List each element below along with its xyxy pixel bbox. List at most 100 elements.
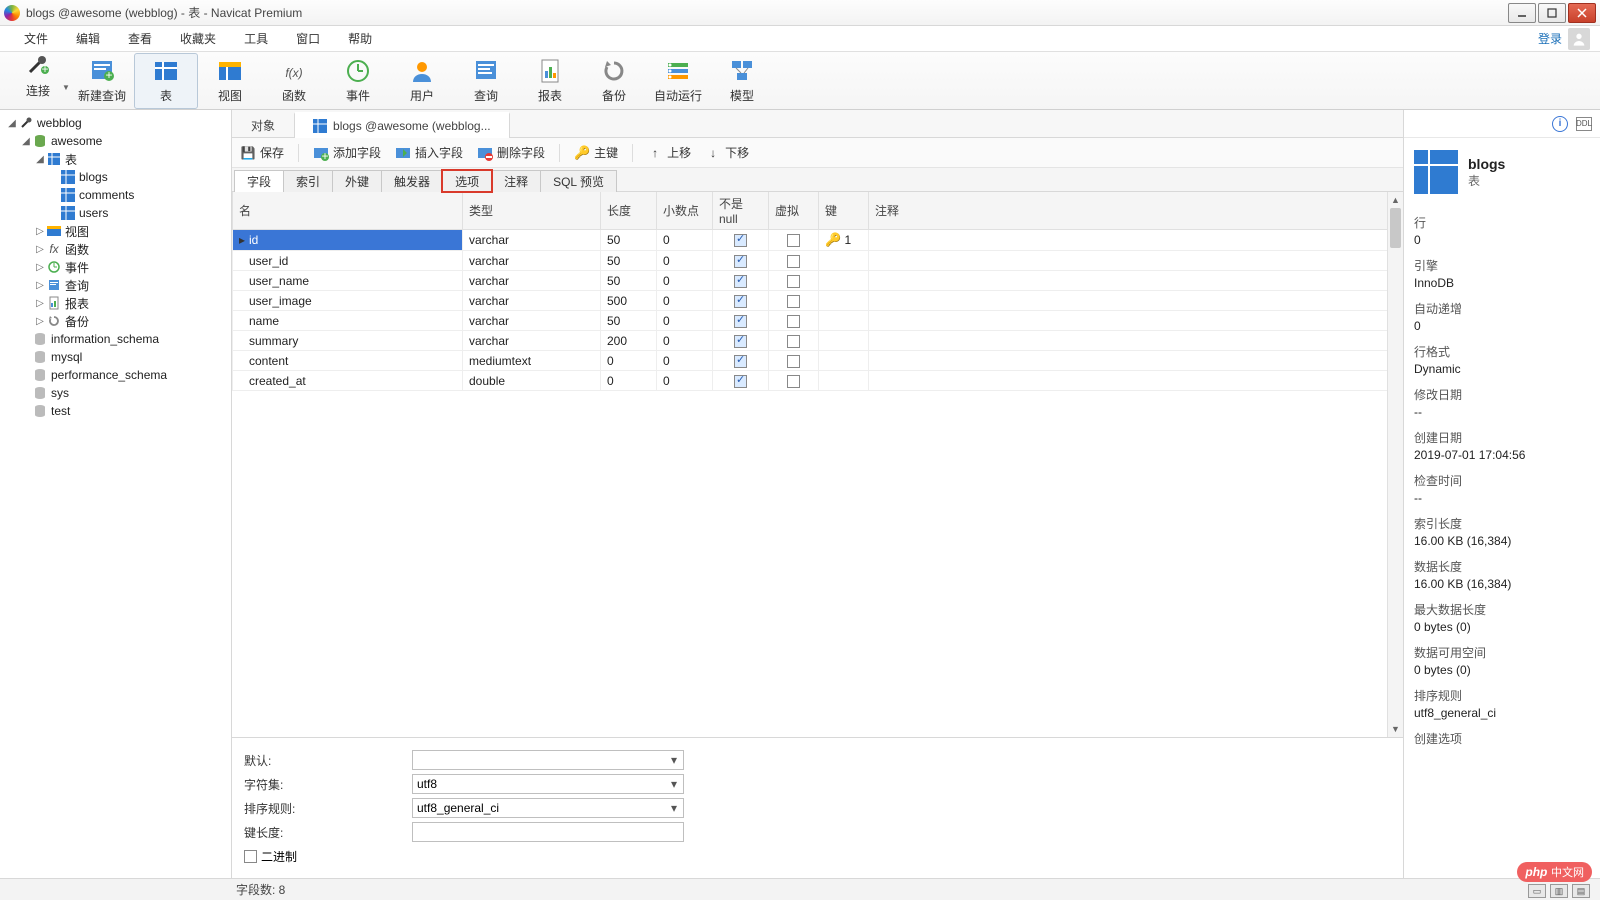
expand-icon[interactable]: ◢ xyxy=(20,136,32,147)
scroll-up-icon[interactable]: ▲ xyxy=(1388,192,1403,208)
checkbox-icon[interactable] xyxy=(734,255,747,268)
expand-icon[interactable]: ◢ xyxy=(6,118,18,129)
checkbox-icon[interactable] xyxy=(787,355,800,368)
expand-icon[interactable]: ▷ xyxy=(34,244,46,255)
tree-table-comments[interactable]: comments xyxy=(0,186,231,204)
ribbon-table[interactable]: 表 xyxy=(134,53,198,109)
delete-field-button[interactable]: 删除字段 xyxy=(477,144,545,161)
field-row[interactable]: contentmediumtext00 xyxy=(233,351,1403,371)
maximize-button[interactable] xyxy=(1538,3,1566,23)
ribbon-backup[interactable]: 备份 xyxy=(582,53,646,109)
ddl-icon[interactable]: DDL xyxy=(1576,117,1592,131)
tree-table-blogs[interactable]: blogs xyxy=(0,168,231,186)
ribbon-report[interactable]: 报表 xyxy=(518,53,582,109)
ribbon-connect[interactable]: +连接▼ xyxy=(6,53,70,109)
login-link[interactable]: 登录 xyxy=(1538,30,1562,47)
field-row[interactable]: namevarchar500 xyxy=(233,311,1403,331)
checkbox-icon[interactable] xyxy=(787,315,800,328)
checkbox-icon[interactable] xyxy=(734,315,747,328)
expand-icon[interactable]: ◢ xyxy=(34,154,46,165)
checkbox-icon[interactable] xyxy=(787,295,800,308)
subtab-3[interactable]: 触发器 xyxy=(381,170,443,192)
ribbon-model[interactable]: 模型 xyxy=(710,53,774,109)
move-up-button[interactable]: ↑上移 xyxy=(647,144,691,161)
tree-db-information_schema[interactable]: information_schema xyxy=(0,330,231,348)
checkbox-icon[interactable] xyxy=(734,335,747,348)
checkbox-icon[interactable] xyxy=(734,234,747,247)
tree-db-test[interactable]: test xyxy=(0,402,231,420)
checkbox-icon[interactable] xyxy=(787,275,800,288)
ribbon-user[interactable]: 用户 xyxy=(390,53,454,109)
tree-table-users[interactable]: users xyxy=(0,204,231,222)
checkbox-icon[interactable] xyxy=(734,375,747,388)
ribbon-query[interactable]: 查询 xyxy=(454,53,518,109)
field-row[interactable]: ▸idvarchar500🔑 1 xyxy=(233,230,1403,251)
layout1-icon[interactable]: ▭ xyxy=(1528,884,1546,898)
subtab-1[interactable]: 索引 xyxy=(283,170,333,192)
col-virt[interactable]: 虚拟 xyxy=(769,192,819,230)
tree-event[interactable]: ▷事件 xyxy=(0,258,231,276)
field-row[interactable]: summaryvarchar2000 xyxy=(233,331,1403,351)
checkbox-icon[interactable] xyxy=(787,255,800,268)
default-input[interactable]: ▾ xyxy=(412,750,684,770)
ribbon-view[interactable]: 视图 xyxy=(198,53,262,109)
dropdown-icon[interactable]: ▾ xyxy=(667,753,681,767)
expand-icon[interactable]: ▷ xyxy=(34,298,46,309)
tree-db-mysql[interactable]: mysql xyxy=(0,348,231,366)
subtab-4[interactable]: 选项 xyxy=(442,170,492,192)
col-comment[interactable]: 注释 xyxy=(869,192,1403,230)
field-row[interactable]: user_imagevarchar5000 xyxy=(233,291,1403,311)
menu-编辑[interactable]: 编辑 xyxy=(62,30,114,47)
scroll-down-icon[interactable]: ▼ xyxy=(1388,721,1403,737)
menu-窗口[interactable]: 窗口 xyxy=(282,30,334,47)
ribbon-auto[interactable]: 自动运行 xyxy=(646,53,710,109)
primary-key-button[interactable]: 🔑主键 xyxy=(574,144,618,161)
tree-backup[interactable]: ▷备份 xyxy=(0,312,231,330)
checkbox-icon[interactable] xyxy=(787,375,800,388)
expand-icon[interactable]: ▷ xyxy=(34,226,46,237)
layout2-icon[interactable]: ▥ xyxy=(1550,884,1568,898)
fields-grid[interactable]: 名 类型 长度 小数点 不是 null 虚拟 键 注释 ▸idvarchar50… xyxy=(232,192,1403,737)
tree-db-performance_schema[interactable]: performance_schema xyxy=(0,366,231,384)
field-row[interactable]: created_atdouble00 xyxy=(233,371,1403,391)
scroll-thumb[interactable] xyxy=(1390,208,1401,248)
save-button[interactable]: 💾保存 xyxy=(240,144,284,161)
col-name[interactable]: 名 xyxy=(233,192,463,230)
keylen-input[interactable] xyxy=(412,822,684,842)
binary-checkbox[interactable]: 二进制 xyxy=(244,848,297,865)
menu-收藏夹[interactable]: 收藏夹 xyxy=(166,30,230,47)
dropdown-icon[interactable]: ▾ xyxy=(667,801,681,815)
expand-icon[interactable]: ▷ xyxy=(34,316,46,327)
info-icon[interactable]: i xyxy=(1552,116,1568,132)
tree-fx[interactable]: ▷fx函数 xyxy=(0,240,231,258)
tree-report[interactable]: ▷报表 xyxy=(0,294,231,312)
add-field-button[interactable]: +添加字段 xyxy=(313,144,381,161)
collation-input[interactable]: utf8_general_ci▾ xyxy=(412,798,684,818)
menu-帮助[interactable]: 帮助 xyxy=(334,30,386,47)
col-dec[interactable]: 小数点 xyxy=(657,192,713,230)
checkbox-icon[interactable] xyxy=(734,275,747,288)
field-row[interactable]: user_idvarchar500 xyxy=(233,251,1403,271)
col-key[interactable]: 键 xyxy=(819,192,869,230)
tree-database[interactable]: ◢awesome xyxy=(0,132,231,150)
tree-tables-folder[interactable]: ◢表 xyxy=(0,150,231,168)
dropdown-icon[interactable]: ▾ xyxy=(667,777,681,791)
tree-view[interactable]: ▷视图 xyxy=(0,222,231,240)
menu-文件[interactable]: 文件 xyxy=(10,30,62,47)
expand-icon[interactable]: ▷ xyxy=(34,262,46,273)
col-type[interactable]: 类型 xyxy=(463,192,601,230)
tree-query[interactable]: ▷查询 xyxy=(0,276,231,294)
subtab-2[interactable]: 外键 xyxy=(332,170,382,192)
vertical-scrollbar[interactable]: ▲ ▼ xyxy=(1387,192,1403,737)
checkbox-icon[interactable] xyxy=(787,335,800,348)
menu-工具[interactable]: 工具 xyxy=(230,30,282,47)
checkbox-icon[interactable] xyxy=(734,355,747,368)
minimize-button[interactable] xyxy=(1508,3,1536,23)
move-down-button[interactable]: ↓下移 xyxy=(705,144,749,161)
expand-icon[interactable]: ▷ xyxy=(34,280,46,291)
close-button[interactable] xyxy=(1568,3,1596,23)
avatar[interactable] xyxy=(1568,28,1590,50)
ribbon-event[interactable]: 事件 xyxy=(326,53,390,109)
ribbon-newquery[interactable]: +新建查询 xyxy=(70,53,134,109)
field-row[interactable]: user_namevarchar500 xyxy=(233,271,1403,291)
